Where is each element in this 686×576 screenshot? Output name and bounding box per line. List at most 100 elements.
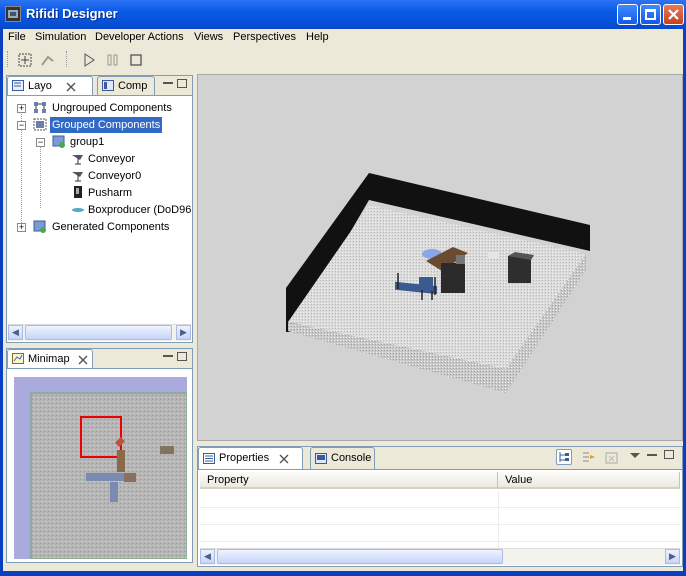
menu-views[interactable]: Views bbox=[194, 31, 223, 43]
minimap-view-icon bbox=[12, 353, 24, 364]
close-tab-icon[interactable] bbox=[78, 355, 88, 365]
menu-developer-actions[interactable]: Developer Actions bbox=[95, 31, 184, 43]
minimize-view-icon[interactable] bbox=[163, 355, 173, 357]
toolbar-separator bbox=[66, 51, 69, 67]
maximize-button[interactable] bbox=[640, 4, 661, 25]
scroll-right-icon[interactable]: ▶ bbox=[665, 549, 680, 564]
box-model bbox=[508, 256, 531, 283]
conveyor0-model bbox=[419, 277, 433, 290]
expand-icon[interactable]: + bbox=[17, 223, 26, 232]
tree-label: Generated Components bbox=[52, 221, 170, 233]
grouped-icon bbox=[33, 118, 47, 131]
tab-minimap[interactable]: Minimap bbox=[7, 349, 93, 368]
tab-properties[interactable]: Properties bbox=[198, 447, 303, 469]
pusharm-base bbox=[441, 263, 465, 293]
boxproducer-icon bbox=[72, 208, 84, 212]
expand-icon[interactable]: + bbox=[17, 104, 26, 113]
tree-horizontal-scrollbar[interactable]: ◀ ▶ bbox=[8, 324, 191, 341]
table-row bbox=[200, 524, 680, 525]
pan-tool-icon[interactable] bbox=[40, 52, 56, 68]
ungrouped-icon bbox=[34, 102, 46, 113]
column-divider bbox=[498, 491, 499, 548]
properties-table: Property Value bbox=[200, 472, 680, 548]
restore-defaults-icon[interactable] bbox=[604, 450, 620, 466]
tree-view-icon bbox=[559, 452, 569, 462]
menu-simulation[interactable]: Simulation bbox=[35, 31, 86, 43]
tree-label: group1 bbox=[70, 136, 105, 148]
console-view-icon bbox=[315, 453, 327, 464]
scene-canvas[interactable] bbox=[198, 75, 682, 440]
close-tab-icon[interactable] bbox=[66, 82, 76, 92]
close-button[interactable] bbox=[663, 4, 684, 25]
collapse-icon[interactable]: − bbox=[17, 121, 26, 130]
group-icon bbox=[52, 135, 65, 148]
minimap-panel-tabbar: Minimap bbox=[7, 349, 192, 369]
minimap-panel: Minimap bbox=[6, 348, 193, 563]
minimize-icon bbox=[623, 17, 631, 20]
scroll-left-icon[interactable]: ◀ bbox=[200, 549, 215, 564]
tree-label: Conveyor bbox=[88, 153, 136, 165]
pause-icon[interactable] bbox=[105, 52, 121, 68]
toolbar bbox=[3, 47, 683, 72]
minimize-view-icon[interactable] bbox=[647, 454, 657, 456]
app-icon bbox=[5, 6, 21, 22]
pusharm-icon bbox=[74, 186, 82, 198]
table-row bbox=[200, 507, 680, 508]
generated-icon bbox=[33, 220, 46, 233]
scrollbar-thumb[interactable] bbox=[25, 325, 172, 340]
tree-label: Ungrouped Components bbox=[52, 102, 172, 114]
select-tool-icon[interactable] bbox=[17, 52, 33, 68]
tree-label: Boxproducer (DoD96 bbox=[88, 204, 192, 216]
tree-label: Conveyor0 bbox=[88, 170, 142, 182]
close-icon bbox=[668, 9, 679, 20]
column-header-value[interactable]: Value bbox=[498, 472, 680, 489]
tab-console[interactable]: Console bbox=[310, 447, 375, 469]
tab-layout[interactable]: Layo bbox=[7, 76, 93, 95]
scene-3d-view[interactable] bbox=[197, 74, 683, 441]
properties-horizontal-scrollbar[interactable]: ◀ ▶ bbox=[200, 548, 680, 565]
show-categories-button[interactable] bbox=[556, 449, 572, 465]
maximize-view-icon[interactable] bbox=[177, 352, 187, 361]
show-advanced-icon[interactable] bbox=[581, 450, 597, 466]
properties-view-icon bbox=[203, 453, 215, 464]
maximize-icon bbox=[645, 9, 656, 20]
tab-layout-label: Layo bbox=[28, 80, 52, 92]
tree-label-selected: Grouped Components bbox=[50, 117, 163, 133]
menu-help[interactable]: Help bbox=[306, 31, 329, 43]
table-row bbox=[200, 541, 680, 542]
play-icon[interactable] bbox=[81, 52, 97, 68]
scroll-right-icon[interactable]: ▶ bbox=[176, 325, 191, 340]
scroll-left-icon[interactable]: ◀ bbox=[8, 325, 23, 340]
layout-panel: Layo Comp + Ungrouped Components − Group… bbox=[6, 75, 193, 343]
components-view-icon bbox=[102, 80, 114, 91]
conveyor-icon bbox=[72, 155, 83, 165]
title-bar: Rifidi Designer bbox=[0, 0, 686, 29]
column-header-property[interactable]: Property bbox=[200, 472, 498, 489]
tab-components[interactable]: Comp bbox=[97, 76, 155, 95]
toolbar-grip bbox=[7, 51, 10, 67]
tab-properties-label: Properties bbox=[219, 452, 270, 464]
window-title: Rifidi Designer bbox=[26, 6, 118, 21]
maximize-view-icon[interactable] bbox=[664, 450, 674, 459]
menu-bar: File Simulation Developer Actions Views … bbox=[3, 29, 683, 47]
scrollbar-thumb[interactable] bbox=[217, 549, 503, 564]
tree-guide bbox=[40, 141, 42, 208]
minimize-view-icon[interactable] bbox=[163, 82, 173, 84]
maximize-view-icon[interactable] bbox=[177, 79, 187, 88]
tab-console-label: Console bbox=[331, 452, 372, 464]
view-menu-icon[interactable] bbox=[629, 450, 645, 466]
minimap-canvas[interactable] bbox=[14, 377, 187, 559]
stop-icon[interactable] bbox=[128, 52, 144, 68]
layout-view-icon bbox=[12, 80, 24, 91]
close-tab-icon[interactable] bbox=[279, 454, 289, 464]
properties-panel-tabbar: Properties Console bbox=[198, 447, 682, 470]
tree-label: Pusharm bbox=[88, 187, 133, 199]
tab-components-label: Comp bbox=[118, 80, 148, 92]
menu-file[interactable]: File bbox=[8, 31, 26, 43]
minimize-button[interactable] bbox=[617, 4, 638, 25]
layout-panel-tabbar: Layo Comp bbox=[7, 76, 192, 96]
properties-panel: Properties Console Property Value ◀ ▶ bbox=[197, 446, 683, 567]
layout-tree: + Ungrouped Components − Grouped Compone… bbox=[7, 96, 192, 325]
collapse-icon[interactable]: − bbox=[36, 138, 45, 147]
menu-perspectives[interactable]: Perspectives bbox=[233, 31, 296, 43]
